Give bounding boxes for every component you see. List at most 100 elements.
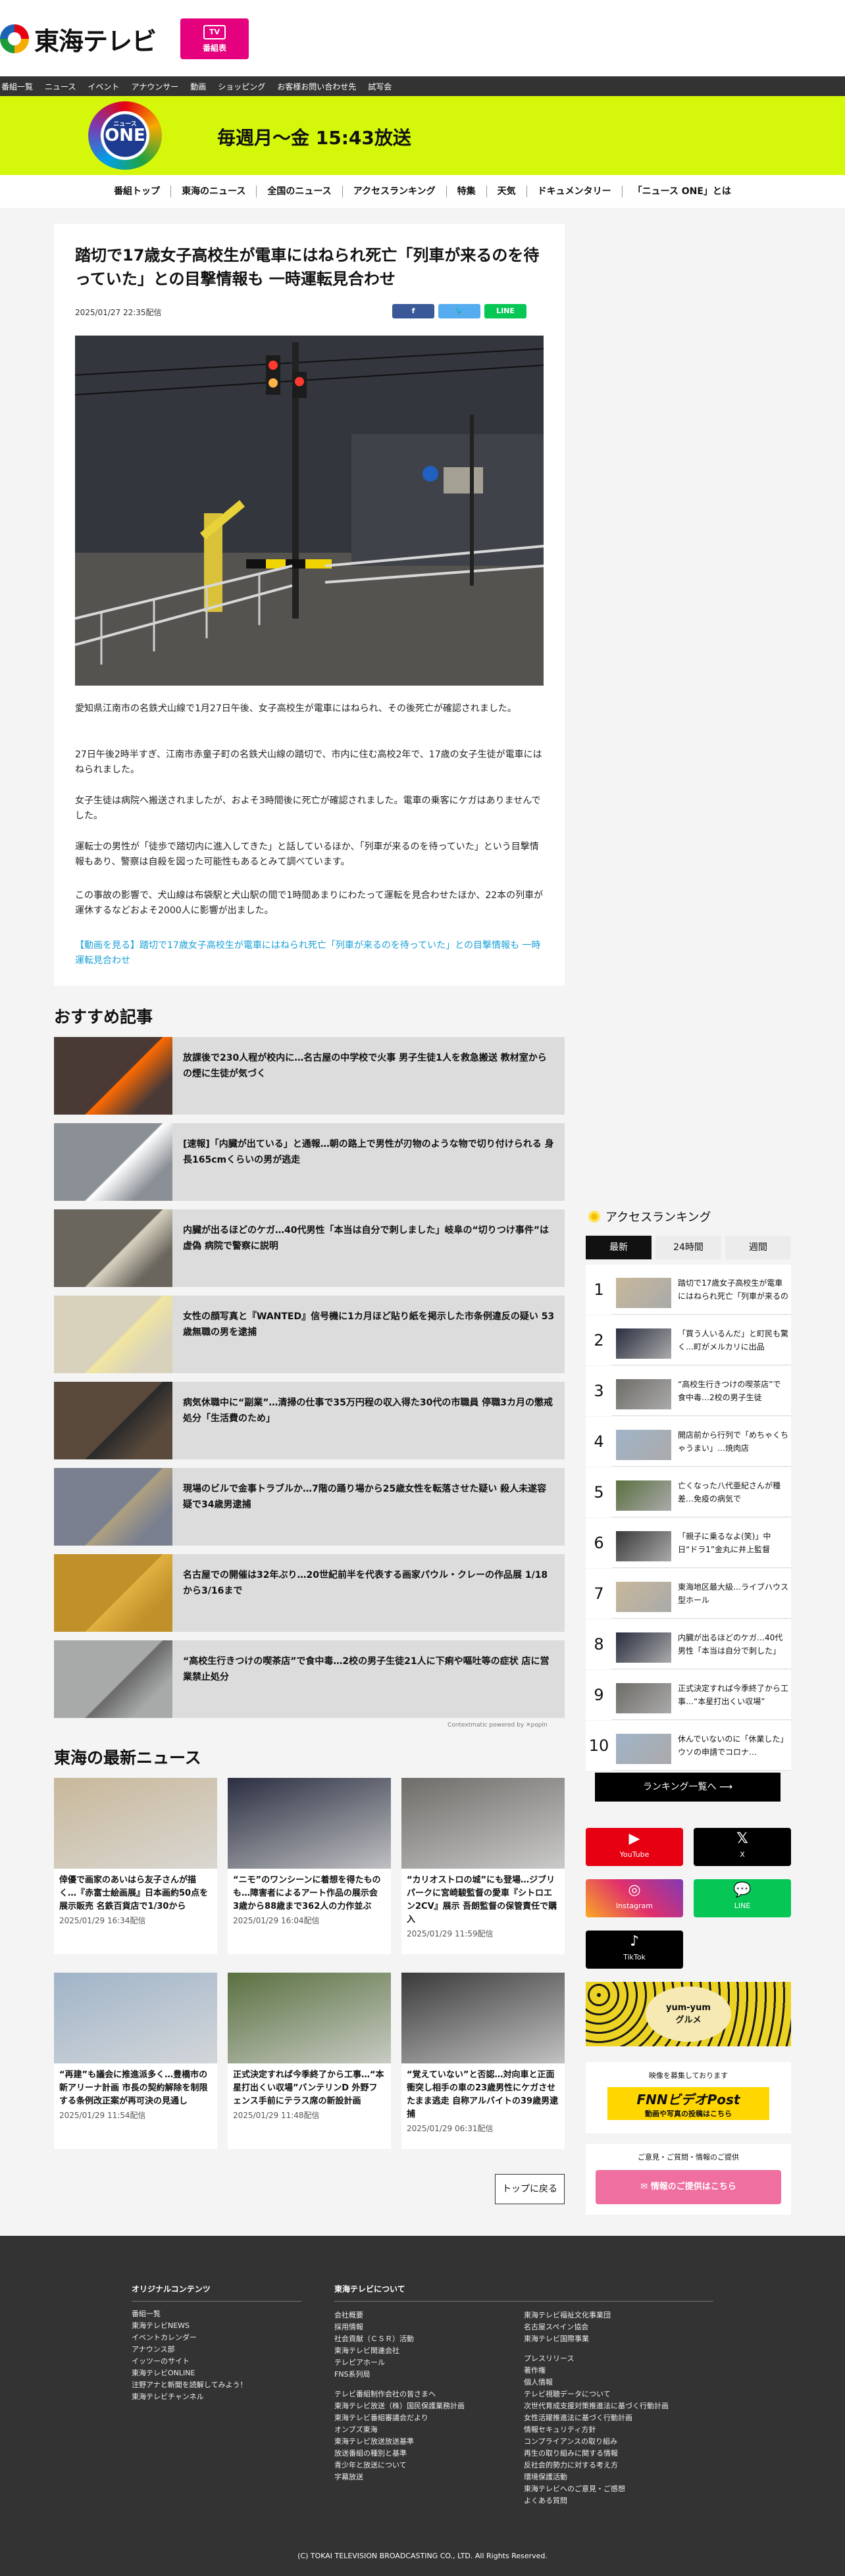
subnav-item-3[interactable]: アクセスランキング xyxy=(343,186,447,197)
footer-link[interactable]: イッツーのサイト xyxy=(132,2356,301,2367)
footer-link[interactable]: よくある質問 xyxy=(524,2495,715,2507)
footer-link[interactable]: 東海テレビへのご意見・ご感想 xyxy=(524,2483,715,2495)
recommended-item[interactable]: 名古屋での開催は32年ぶり…20世紀前半を代表する画家パウル・クレーの作品展 1… xyxy=(54,1554,565,1632)
footer-link[interactable]: 東海テレビ放送（株）国民保護業務計画 xyxy=(334,2400,512,2412)
footer-link[interactable]: 東海テレビ放送放送基準 xyxy=(334,2436,512,2448)
info-submit-button[interactable]: ✉ 情報のご提供はこちら xyxy=(596,2170,781,2204)
recommended-item[interactable]: 女性の顔写真と『WANTED』信号機に1カ月ほど貼り紙を掲示した市条例違反の疑い… xyxy=(54,1296,565,1373)
tab-24h[interactable]: 24時間 xyxy=(655,1236,721,1259)
footer-link[interactable]: FNS系列局 xyxy=(334,2369,512,2381)
site-logo[interactable]: 東海テレビ xyxy=(0,22,157,56)
recommended-item[interactable]: 現場のビルで金事トラブルか…7階の踊り場から25歳女性を転落させた疑い 殺人未遂… xyxy=(54,1468,565,1546)
footer-link[interactable]: アナウンス部 xyxy=(132,2344,301,2356)
ranking-row[interactable]: 10 休んでいないのに「休業した」ウソの申請でコロナ… xyxy=(586,1721,791,1771)
footer-link[interactable]: 再生の取り組みに関する情報 xyxy=(524,2448,715,2460)
news-card[interactable]: “覚えていない”と否認…対向車と正面衝突し相手の車の23歳男性にケガさせたまま逃… xyxy=(401,1973,565,2149)
footer-link[interactable]: 情報セキュリティ方針 xyxy=(524,2424,715,2436)
footer-link[interactable]: 東海テレビNEWS xyxy=(132,2320,301,2332)
fnn-caption: 映像を募集しております xyxy=(648,2071,729,2080)
footer-link[interactable]: 東海テレビ番組審議会だより xyxy=(334,2412,512,2424)
recommended-item[interactable]: 病気休職中に“副業”…清掃の仕事で35万円程の収入得た30代の市職員 停職3カ月… xyxy=(54,1382,565,1459)
ranking-row[interactable]: 1 踏切で17歳女子高校生が電車にはねられ死亡「列車が来るのを待っていた」 xyxy=(586,1265,791,1315)
news-card[interactable]: “ニモ”のワンシーンに着想を得たものも…障害者によるアート作品の展示会 3歳から… xyxy=(228,1778,391,1954)
nav-item-2[interactable]: イベント xyxy=(88,81,131,92)
news-one-logo[interactable]: ニュース ONE xyxy=(88,101,162,170)
ranking-row[interactable]: 8 内臓が出るほどのケガ…40代男性「本当は自分で刺した」 xyxy=(586,1619,791,1669)
news-card[interactable]: 倖優で画家のあいはら友子さんが描く…『赤富士絵画展』日本画約50点を展示販売 名… xyxy=(54,1778,217,1954)
footer-link[interactable]: 注野アナと新聞を読解してみよう！ xyxy=(132,2379,301,2391)
footer-link[interactable]: テレビ視聴データについて xyxy=(524,2388,715,2400)
footer-link[interactable]: 東海テレビ福祉文化事業団 xyxy=(524,2310,715,2321)
footer-link[interactable]: 女性活躍推進法に基づく行動計画 xyxy=(524,2412,715,2424)
twitter-share-button[interactable]: 🐦 xyxy=(438,304,480,318)
tab-weekly[interactable]: 週間 xyxy=(725,1236,791,1259)
footer-link[interactable]: 字幕放送 xyxy=(334,2471,512,2483)
nav-item-0[interactable]: 番組一覧 xyxy=(1,81,45,92)
ranking-row[interactable]: 9 正式決定すれば今季終了から工事…“本星打出くい収場” xyxy=(586,1670,791,1720)
line-share-button[interactable]: LINE xyxy=(484,304,526,318)
nav-item-4[interactable]: 動画 xyxy=(190,81,218,92)
footer-link[interactable]: プレスリリース xyxy=(524,2353,715,2365)
news-card[interactable]: “カリオストロの城”にも登場…ジブリパークに宮崎駿監督の愛車『シトロエン2CV』… xyxy=(401,1778,565,1954)
footer-link[interactable]: 番組一覧 xyxy=(132,2308,301,2320)
footer-link[interactable]: 青少年と放送について xyxy=(334,2460,512,2471)
nav-item-6[interactable]: お客様お問い合わせ先 xyxy=(277,81,368,92)
footer-link[interactable]: 反社会的勢力に対する考え方 xyxy=(524,2460,715,2471)
ranking-row[interactable]: 5 亡くなった八代亜紀さんが種差…免疫の病気で xyxy=(586,1467,791,1517)
yumyum-gourmet-banner[interactable]: yum-yum グルメ xyxy=(586,1982,791,2046)
nav-item-5[interactable]: ショッピング xyxy=(218,81,277,92)
subnav-item-7[interactable]: 「ニュース ONE」とは xyxy=(623,186,742,197)
footer-link[interactable]: オンブズ東海 xyxy=(334,2424,512,2436)
footer-link[interactable]: 個人情報 xyxy=(524,2377,715,2388)
sns-x-button[interactable]: 𝕏X xyxy=(694,1828,791,1866)
footer-link[interactable]: 著作権 xyxy=(524,2365,715,2377)
footer-link[interactable]: 次世代育成支援対策推進法に基づく行動計画 xyxy=(524,2400,715,2412)
footer-link[interactable]: テレピアホール xyxy=(334,2357,512,2369)
footer-link[interactable]: イベントカレンダー xyxy=(132,2332,301,2344)
ranking-all-button[interactable]: ランキング一覧へ ⟶ xyxy=(595,1773,781,1802)
subnav-item-4[interactable]: 特集 xyxy=(447,186,487,197)
footer-link[interactable]: 東海テレビチャンネル xyxy=(132,2391,301,2403)
back-to-top-button[interactable]: トップに戻る xyxy=(495,2174,565,2204)
footer-link[interactable]: 東海テレビONLINE xyxy=(132,2367,301,2379)
video-link[interactable]: 【動画を見る】踏切で17歳女子高校生が電車にはねられ死亡「列車が来るのを待ってい… xyxy=(75,938,544,969)
footer-link[interactable]: テレビ番組制作会社の皆さまへ xyxy=(334,2388,512,2400)
nav-item-7[interactable]: 試写会 xyxy=(368,81,403,92)
recommended-item[interactable]: 内臓が出るほどのケガ…40代男性「本当は自分で刺しました」岐阜の“切りつけ事件”… xyxy=(54,1209,565,1287)
footer-link[interactable]: 採用情報 xyxy=(334,2321,512,2333)
footer-link[interactable]: 名古屋スペイン協会 xyxy=(524,2321,715,2333)
footer-link[interactable]: 環境保護活動 xyxy=(524,2471,715,2483)
footer-link[interactable]: コンプライアンスの取り組み xyxy=(524,2436,715,2448)
footer-link[interactable]: 社会貢献（ＣＳＲ）活動 xyxy=(334,2333,512,2345)
footer-link[interactable]: 東海テレビ関連会社 xyxy=(334,2345,512,2357)
ranking-row[interactable]: 7 東海地区最大級…ライブハウス型ホール xyxy=(586,1569,791,1619)
tab-latest[interactable]: 最新 xyxy=(586,1236,652,1259)
nav-item-3[interactable]: アナウンサー xyxy=(131,81,190,92)
sns-youtube-button[interactable]: ▶ YouTube xyxy=(586,1828,683,1866)
sns-instagram-button[interactable]: ◎ Instagram xyxy=(586,1879,683,1917)
recommended-item[interactable]: [速報]「内臓が出ている」と通報…朝の路上で男性が刃物のような物で切り付けられる… xyxy=(54,1123,565,1201)
railroad-crossing-photo xyxy=(75,336,544,686)
footer-link[interactable]: 放送番組の種別と基準 xyxy=(334,2448,512,2460)
ranking-row[interactable]: 2 「買う人いるんだ」と町民も驚く…町がメルカリに出品 xyxy=(586,1315,791,1365)
fnn-video-post-banner[interactable]: FNNビデオPost 動画や写真の投稿はこちら xyxy=(607,2087,769,2120)
subnav-item-5[interactable]: 天気 xyxy=(487,186,527,197)
subnav-item-1[interactable]: 東海のニュース xyxy=(171,186,257,197)
nav-item-1[interactable]: ニュース xyxy=(45,81,88,92)
news-card[interactable]: “再建”も議会に推進派多く…豊橋市の新アリーナ計画 市長の契約解除を制限する条例… xyxy=(54,1973,217,2149)
subnav-item-6[interactable]: ドキュメンタリー xyxy=(527,186,623,197)
footer-link[interactable]: 会社概要 xyxy=(334,2310,512,2321)
ranking-row[interactable]: 6 「親子に乗るなよ(笑)」中日“ドラ1”金丸に井上監督 xyxy=(586,1518,791,1568)
footer-link[interactable]: 東海テレビ国際事業 xyxy=(524,2333,715,2345)
sns-tiktok-button[interactable]: ♪ TikTok xyxy=(586,1931,683,1969)
tv-schedule-button[interactable]: TV 番組表 xyxy=(180,18,249,59)
facebook-share-button[interactable]: f xyxy=(392,304,434,318)
recommended-item[interactable]: “高校生行きつけの喫茶店”で食中毒…2校の男子生徒21人に下痢や嘔吐等の症状 店… xyxy=(54,1640,565,1718)
subnav-item-0[interactable]: 番組トップ xyxy=(103,186,172,197)
sns-line-button[interactable]: 💬 LINE xyxy=(694,1879,791,1917)
subnav-item-2[interactable]: 全国のニュース xyxy=(257,186,343,197)
ranking-row[interactable]: 4 開店前から行列で「めちゃくちゃうまい」…焼肉店 xyxy=(586,1417,791,1467)
recommended-item[interactable]: 放課後で230人程が校内に…名古屋の中学校で火事 男子生徒1人を救急搬送 教材室… xyxy=(54,1037,565,1115)
ranking-row[interactable]: 3 “高校生行きつけの喫茶店”で食中毒…2校の男子生徒 xyxy=(586,1366,791,1416)
news-card[interactable]: 正式決定すれば今季終了から工事…“本星打出くい収場”バンテリンD 外野フェンス手… xyxy=(228,1973,391,2149)
